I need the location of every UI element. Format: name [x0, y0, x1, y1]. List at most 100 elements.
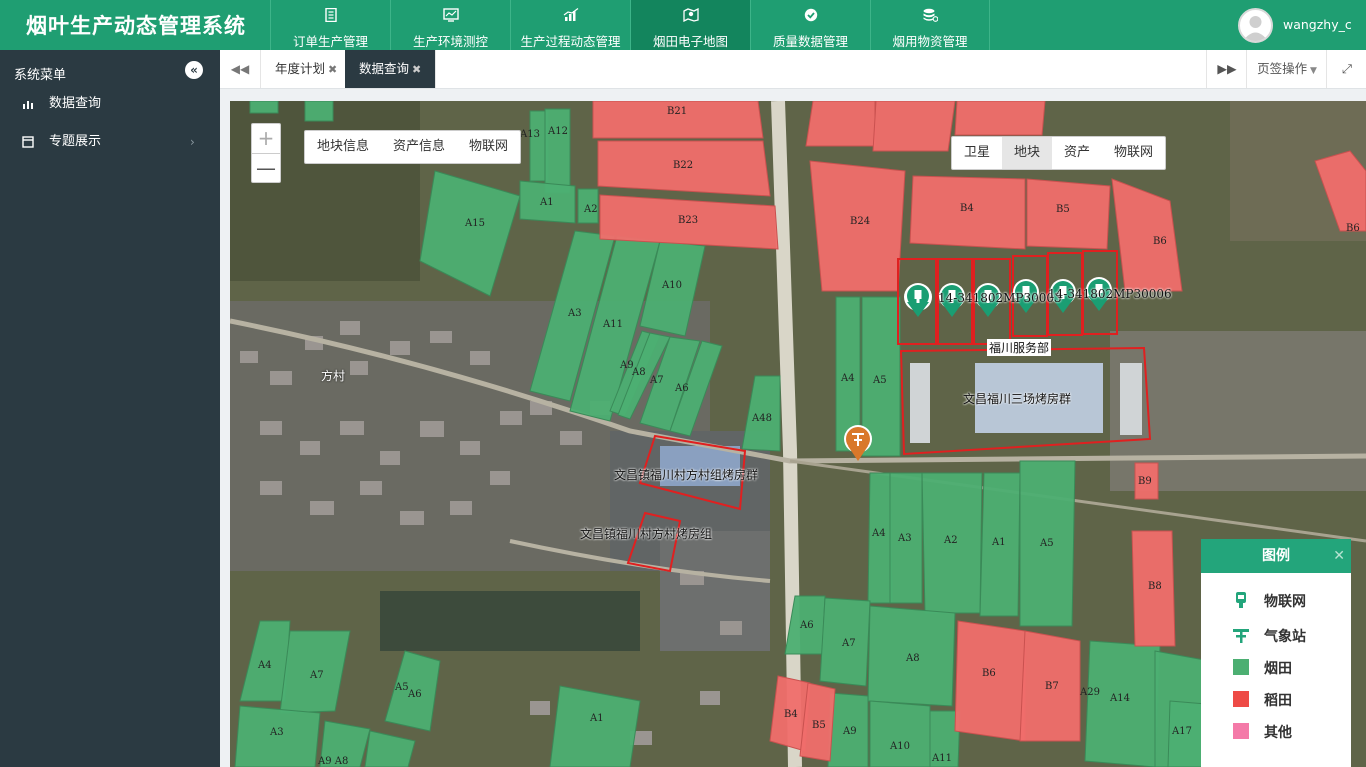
svg-text:A11: A11 — [931, 753, 952, 764]
map-legend: 图例 ✕ 物联网 气象站 烟田 稻田 其他 — [1201, 539, 1351, 767]
close-icon[interactable]: ✖ — [412, 63, 421, 76]
nav-quality-data[interactable]: 质量数据管理 — [750, 0, 870, 50]
svg-text:B9: B9 — [1138, 476, 1152, 487]
svg-text:A1: A1 — [589, 713, 604, 724]
svg-text:A3: A3 — [897, 533, 912, 544]
svg-text:A4: A4 — [840, 373, 855, 384]
monitor-icon — [442, 8, 459, 22]
zoom-out-button[interactable]: — — [252, 154, 280, 183]
greenhouse — [1120, 363, 1142, 435]
sidebar-item-data-query[interactable]: 数据查询 — [0, 86, 220, 122]
svg-text:A15: A15 — [464, 218, 485, 229]
tab-operations-label: 页签操作 — [1257, 61, 1308, 76]
sidebar-title: 系统菜单 — [14, 68, 67, 83]
tab-label: 数据查询 — [359, 61, 410, 76]
svg-text:A13: A13 — [519, 129, 540, 140]
tab-data-query[interactable]: 数据查询 ✖ — [345, 50, 437, 88]
layer-asset-button[interactable]: 资产 — [1052, 137, 1102, 169]
svg-text:A48: A48 — [751, 413, 772, 424]
svg-text:A12: A12 — [547, 126, 568, 137]
svg-text:A29: A29 — [1079, 687, 1100, 698]
svg-text:A5: A5 — [1039, 538, 1054, 549]
svg-text:B21: B21 — [667, 106, 687, 117]
close-icon[interactable]: ✖ — [328, 63, 337, 76]
bar-chart-icon — [563, 8, 578, 21]
kiln-group-label: 文昌镇福川村方村组烤房群 — [614, 468, 759, 482]
fullscreen-button[interactable]: ⤢ — [1326, 50, 1366, 88]
zoom-control: + — — [251, 123, 281, 183]
svg-text:B8: B8 — [1148, 581, 1162, 592]
user-menu[interactable]: wangzhy_c — [1226, 0, 1366, 50]
plot-info-button[interactable]: 地块信息 — [305, 131, 381, 163]
svg-text:A5: A5 — [394, 682, 409, 693]
iot-icon — [1236, 592, 1246, 608]
tab-label: 年度计划 — [275, 61, 326, 76]
svg-text:A8: A8 — [631, 367, 646, 378]
svg-text:A2: A2 — [583, 204, 598, 215]
app-title: 烟叶生产动态管理系统 — [26, 14, 246, 38]
legend-label: 其他 — [1264, 725, 1292, 741]
legend-label: 物联网 — [1264, 594, 1306, 610]
nav-field-map[interactable]: 烟田电子地图 — [630, 0, 750, 50]
kiln-group-label: 文昌福川三场烤房群 — [963, 392, 1072, 406]
tab-scroll-left-button[interactable]: ◀◀ — [220, 50, 261, 88]
other-swatch — [1233, 723, 1249, 739]
nav-materials[interactable]: 烟用物资管理 — [870, 0, 990, 50]
nav-process-management[interactable]: 生产过程动态管理 — [510, 0, 630, 50]
map-canvas[interactable]: A15A13 A12 A1A2A3 A11A10A9 A8A7A6 A48A4 A5… — [230, 101, 1366, 767]
svg-text:A7: A7 — [309, 670, 324, 681]
tab-operations-dropdown[interactable]: 页签操作 ▼ — [1246, 50, 1327, 88]
nav-order-production[interactable]: 订单生产管理 — [270, 0, 390, 50]
svg-text:B4: B4 — [784, 709, 798, 720]
collapse-sidebar-button[interactable]: « — [185, 61, 203, 79]
tab-annual-plan[interactable]: 年度计划 ✖ — [261, 50, 353, 88]
layer-plot-button[interactable]: 地块 — [1002, 137, 1053, 169]
svg-text:A1: A1 — [539, 197, 554, 208]
asset-info-button[interactable]: 资产信息 — [381, 131, 457, 163]
iot-info-button[interactable]: 物联网 — [457, 131, 520, 163]
nav-label: 生产过程动态管理 — [520, 34, 621, 49]
zoom-in-button[interactable]: + — [252, 124, 280, 154]
service-station-label: 福川服务部 — [987, 339, 1052, 356]
svg-text:A4: A4 — [871, 528, 886, 539]
sidebar-item-topic-display[interactable]: 专题展示 › — [0, 124, 220, 160]
svg-text:A7: A7 — [841, 638, 856, 649]
legend-header: 图例 ✕ — [1201, 539, 1351, 573]
layer-satellite-button[interactable]: 卫星 — [952, 137, 1002, 169]
panel-icon — [22, 136, 34, 148]
legend-title: 图例 — [1262, 548, 1290, 564]
map-view[interactable]: A15 A13 A12 A1 A2 A3 A11 A10 A9 A8 A7 A6 A48 A4 A5… — [230, 101, 1366, 767]
sidebar-item-label: 专题展示 — [49, 134, 102, 149]
tab-scroll-right-button[interactable]: ▶▶ — [1206, 50, 1247, 88]
legend-label: 气象站 — [1264, 629, 1306, 645]
layer-iot-button[interactable]: 物联网 — [1102, 137, 1165, 169]
nav-label: 生产环境测控 — [412, 34, 488, 49]
svg-text:B7: B7 — [1045, 681, 1059, 692]
nav-environment-monitoring[interactable]: 生产环境测控 — [390, 0, 510, 50]
tab-bar: ◀◀ 年度计划 ✖ 数据查询 ✖ ▶▶ 页签操作 ▼ ⤢ — [220, 50, 1366, 89]
svg-text:B4: B4 — [960, 203, 974, 214]
legend-item-other: 其他 — [1201, 716, 1351, 746]
svg-text:B23: B23 — [678, 215, 698, 226]
close-icon[interactable]: ✕ — [1333, 539, 1345, 573]
rice-swatch — [1233, 691, 1249, 707]
svg-text:A9: A9 — [842, 726, 857, 737]
legend-label: 烟田 — [1264, 661, 1292, 677]
info-toolbar: 地块信息 资产信息 物联网 — [304, 130, 522, 164]
sidebar-item-label: 数据查询 — [49, 96, 102, 111]
chevron-right-icon: › — [190, 135, 195, 149]
legend-item-tobacco: 烟田 — [1201, 652, 1351, 682]
top-bar: 烟叶生产动态管理系统 订单生产管理 生产环境测控 生产过程动态管理 烟田电子地图… — [0, 0, 1366, 50]
legend-label: 稻田 — [1264, 693, 1292, 709]
document-icon — [324, 8, 337, 22]
avatar[interactable] — [1238, 8, 1273, 43]
user-name: wangzhy_c — [1283, 17, 1352, 32]
svg-text:B6: B6 — [1153, 236, 1167, 247]
sidebar: 系统菜单 « 数据查询 专题展示 › — [0, 50, 220, 767]
svg-text:B5: B5 — [1056, 204, 1070, 215]
svg-text:A3: A3 — [269, 727, 284, 738]
svg-text:A4: A4 — [257, 660, 272, 671]
svg-text:B22: B22 — [673, 160, 693, 171]
weather-station-icon — [1233, 629, 1249, 643]
svg-text:A7: A7 — [649, 375, 664, 386]
